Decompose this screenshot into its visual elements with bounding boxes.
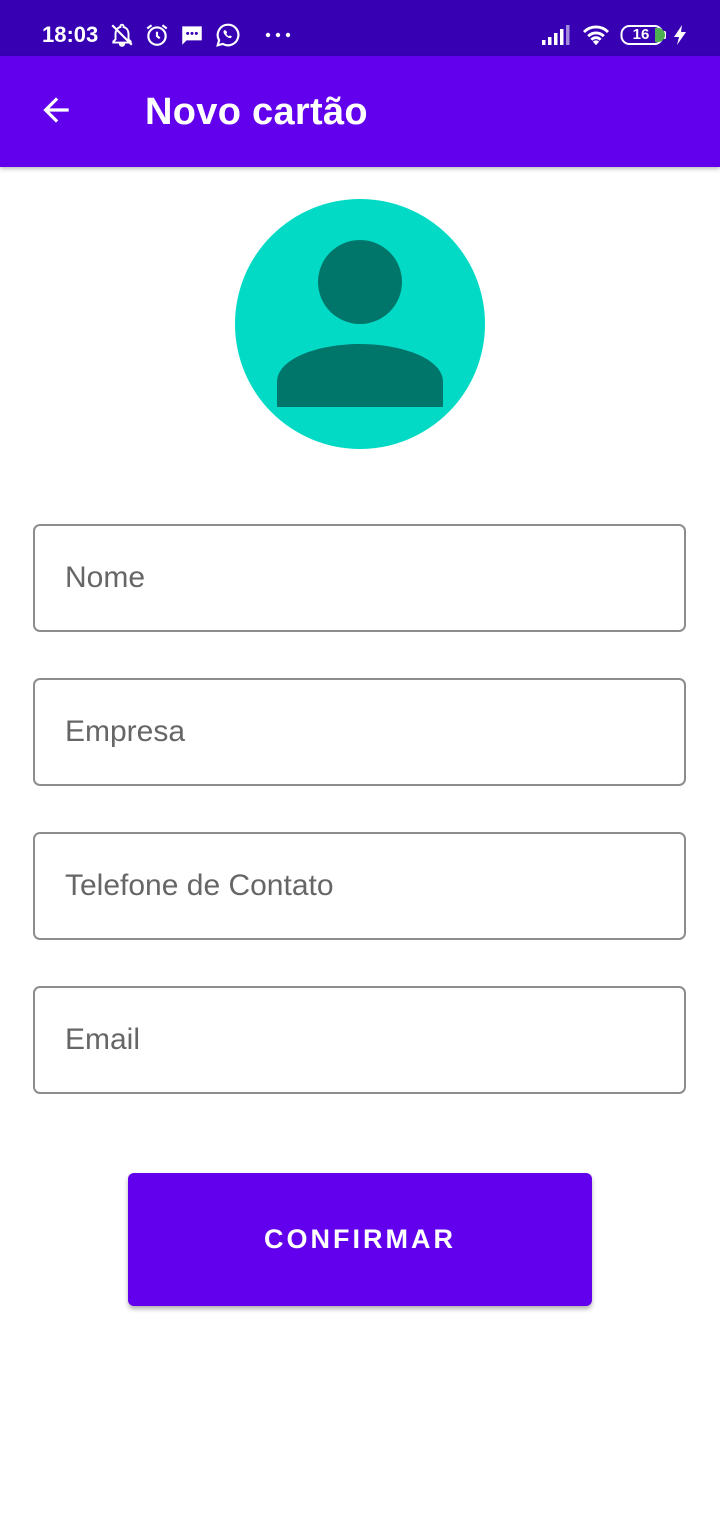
confirm-button-label: CONFIRMAR — [264, 1224, 456, 1254]
person-icon — [277, 240, 443, 407]
name-input[interactable] — [65, 526, 655, 630]
notifications-off-icon — [108, 21, 136, 49]
battery-level: 16 — [632, 26, 650, 43]
phone-field[interactable] — [33, 832, 686, 940]
email-field[interactable] — [33, 986, 686, 1094]
app-bar: Novo cartão — [0, 56, 720, 167]
charging-icon — [671, 21, 689, 49]
whatsapp-icon — [214, 21, 242, 49]
signal-icon — [541, 21, 571, 49]
page-title: Novo cartão — [145, 91, 368, 133]
arrow-left-icon — [37, 91, 75, 134]
back-button[interactable] — [28, 84, 84, 140]
avatar[interactable] — [235, 199, 485, 449]
confirm-button[interactable]: CONFIRMAR — [128, 1173, 592, 1306]
alarm-icon — [143, 21, 171, 49]
company-input[interactable] — [65, 680, 655, 784]
status-bar: 18:03 16 — [0, 0, 720, 56]
email-input[interactable] — [65, 988, 655, 1092]
name-field[interactable] — [33, 524, 686, 632]
company-field[interactable] — [33, 678, 686, 786]
message-icon — [178, 21, 206, 49]
status-time: 18:03 — [42, 22, 99, 47]
wifi-icon — [580, 21, 612, 49]
battery-icon: 16 — [620, 21, 668, 49]
more-dots-icon — [262, 21, 294, 49]
phone-input[interactable] — [65, 834, 655, 938]
